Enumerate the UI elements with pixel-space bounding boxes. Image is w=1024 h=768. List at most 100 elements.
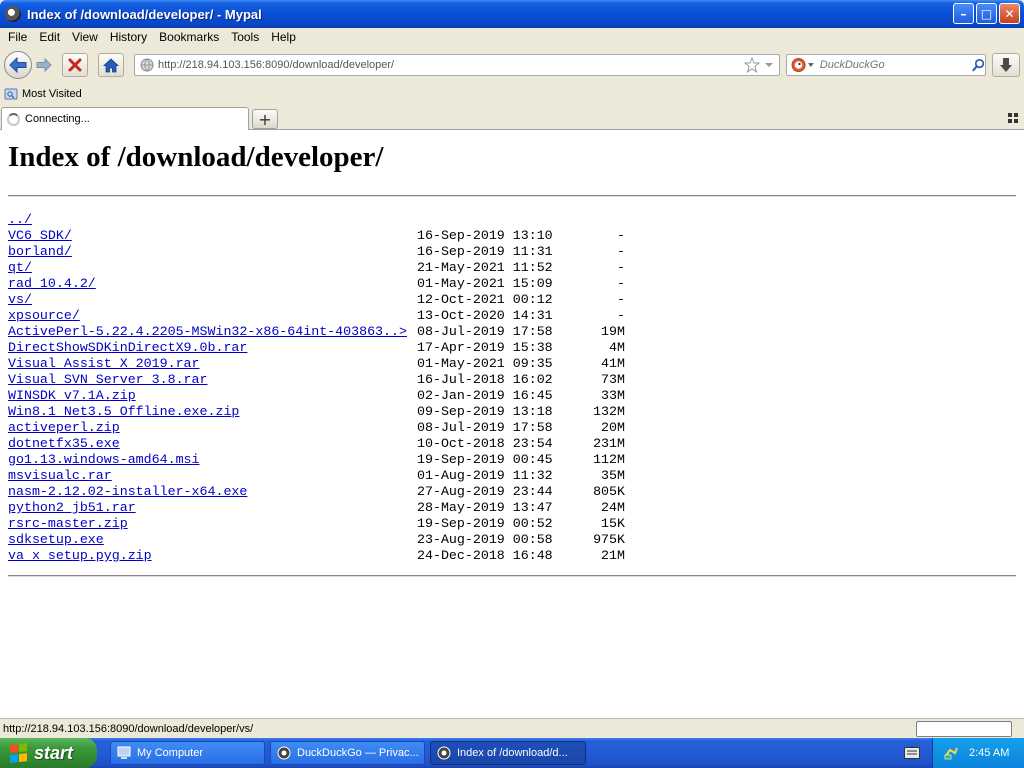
entry-link[interactable]: vs/ xyxy=(8,292,32,307)
clock[interactable]: 2:45 AM xyxy=(969,747,1009,759)
entry-name: Visual Assist X 2019.rar xyxy=(8,356,417,372)
duckduckgo-icon[interactable] xyxy=(791,57,806,73)
entry-date: 12-Oct-2021 00:12 xyxy=(417,292,553,307)
stop-button[interactable] xyxy=(62,53,88,77)
computer-icon xyxy=(117,746,131,759)
task-duckduckgo[interactable]: DuckDuckGo — Privac... xyxy=(270,741,425,765)
entry-link[interactable]: xpsource/ xyxy=(8,308,80,323)
entry-date: 27-Aug-2019 23:44 xyxy=(417,484,553,499)
table-row: python2 jb51.rar 28-May-2019 13:47 24M xyxy=(8,500,625,516)
network-icon[interactable] xyxy=(943,745,959,761)
entry-size: - xyxy=(617,244,625,259)
divider-top xyxy=(8,195,1016,197)
entry-link[interactable]: Visual SVN Server 3.8.rar xyxy=(8,372,208,387)
entry-link[interactable]: Visual Assist X 2019.rar xyxy=(8,356,200,371)
entry-link[interactable]: borland/ xyxy=(8,244,72,259)
entry-date: 23-Aug-2019 00:58 xyxy=(417,532,553,547)
maximize-button[interactable]: □ xyxy=(976,3,997,24)
entry-name: va x setup.pyg.zip xyxy=(8,548,417,564)
entry-name: python2 jb51.rar xyxy=(8,500,417,516)
entry-name: go1.13.windows-amd64.msi xyxy=(8,452,417,468)
entry-size: 112M xyxy=(593,452,625,467)
mypal-app-icon xyxy=(5,6,21,22)
table-row: activeperl.zip 08-Jul-2019 17:58 20M xyxy=(8,420,625,436)
entry-link[interactable]: sdksetup.exe xyxy=(8,532,104,547)
table-row: ActivePerl-5.22.4.2205-MSWin32-x86-64int… xyxy=(8,324,625,340)
entry-size: - xyxy=(617,276,625,291)
menu-help[interactable]: Help xyxy=(265,30,302,44)
task-my-computer[interactable]: My Computer xyxy=(110,741,265,765)
search-icon[interactable] xyxy=(972,58,985,72)
entry-name: dotnetfx35.exe xyxy=(8,436,417,452)
entry-size: 21M xyxy=(601,548,625,563)
entry-name: Win8.1 Net3.5 Offline.exe.zip xyxy=(8,404,417,420)
close-button[interactable]: ✕ xyxy=(999,3,1020,24)
minimize-button[interactable]: – xyxy=(953,3,974,24)
entry-name: qt/ xyxy=(8,260,417,276)
entry-size: - xyxy=(617,228,625,243)
task-label: My Computer xyxy=(137,747,204,759)
entry-link[interactable]: activeperl.zip xyxy=(8,420,120,435)
search-input[interactable] xyxy=(819,59,960,71)
bookmark-star-icon[interactable] xyxy=(744,57,760,73)
download-arrow-icon xyxy=(1000,58,1012,72)
entry-link[interactable]: DirectShowSDKinDirectX9.0b.rar xyxy=(8,340,247,355)
entry-link[interactable]: rsrc-master.zip xyxy=(8,516,128,531)
bookmark-most-visited[interactable]: Most Visited xyxy=(4,87,82,101)
menu-history[interactable]: History xyxy=(104,30,153,44)
search-bar[interactable] xyxy=(786,54,986,76)
entry-date: 19-Sep-2019 00:52 xyxy=(417,516,553,531)
entry-link[interactable]: VC6 SDK/ xyxy=(8,228,72,243)
entry-size: 33M xyxy=(601,388,625,403)
table-row: xpsource/13-Oct-2020 14:31 - xyxy=(8,308,625,324)
entry-link[interactable]: python2 jb51.rar xyxy=(8,500,136,515)
table-row: Win8.1 Net3.5 Offline.exe.zip 09-Sep-2019… xyxy=(8,404,625,420)
stop-x-icon xyxy=(68,58,82,72)
menu-edit[interactable]: Edit xyxy=(33,30,66,44)
entry-link[interactable]: qt/ xyxy=(8,260,32,275)
dropdown-arrow-icon[interactable] xyxy=(808,62,814,68)
entry-link[interactable]: nasm-2.12.02-installer-x64.exe xyxy=(8,484,247,499)
most-visited-label: Most Visited xyxy=(22,88,82,100)
home-button[interactable] xyxy=(98,53,124,77)
entry-date: 02-Jan-2019 16:45 xyxy=(417,388,553,403)
new-tab-button[interactable]: + xyxy=(252,109,278,129)
task-label: DuckDuckGo — Privac... xyxy=(297,747,419,759)
keyboard-icon[interactable] xyxy=(904,747,920,759)
menu-view[interactable]: View xyxy=(66,30,104,44)
entry-date xyxy=(417,212,577,228)
menu-tools[interactable]: Tools xyxy=(225,30,265,44)
arrow-left-icon xyxy=(9,57,27,73)
url-bar[interactable] xyxy=(134,54,780,76)
entry-link[interactable]: Win8.1 Net3.5 Offline.exe.zip xyxy=(8,404,239,419)
menu-bookmarks[interactable]: Bookmarks xyxy=(153,30,225,44)
entry-size: 975K xyxy=(593,532,625,547)
downloads-button[interactable] xyxy=(992,53,1020,77)
menu-file[interactable]: File xyxy=(0,30,33,44)
tab-connecting[interactable]: Connecting... xyxy=(1,107,249,130)
back-button[interactable] xyxy=(4,51,32,79)
entry-link[interactable]: go1.13.windows-amd64.msi xyxy=(8,452,200,467)
chevron-down-icon[interactable] xyxy=(764,61,774,69)
entry-date: 08-Jul-2019 17:58 xyxy=(417,324,553,339)
entry-link[interactable]: ../ xyxy=(8,212,32,227)
start-button[interactable]: start xyxy=(0,738,97,768)
title-bar[interactable]: Index of /download/developer/ - Mypal – … xyxy=(0,0,1024,28)
windows-flag-icon xyxy=(10,743,28,763)
tab-grid-icon[interactable] xyxy=(1008,113,1018,123)
task-index-of[interactable]: Index of /download/d... xyxy=(430,741,586,765)
entry-link[interactable]: dotnetfx35.exe xyxy=(8,436,120,451)
forward-button[interactable] xyxy=(34,56,54,74)
entry-link[interactable]: rad 10.4.2/ xyxy=(8,276,96,291)
entry-link[interactable]: ActivePerl-5.22.4.2205-MSWin32-x86-64int… xyxy=(8,324,407,339)
tab-strip: Connecting... + xyxy=(0,105,1024,130)
entry-name: vs/ xyxy=(8,292,417,308)
system-tray: 2:45 AM xyxy=(932,738,1024,768)
window-title: Index of /download/developer/ - Mypal xyxy=(27,6,262,22)
url-input[interactable] xyxy=(158,59,728,71)
entry-link[interactable]: va x setup.pyg.zip xyxy=(8,548,152,563)
table-row: va x setup.pyg.zip 24-Dec-2018 16:48 21M xyxy=(8,548,625,564)
entry-link[interactable]: msvisualc.rar xyxy=(8,468,112,483)
entry-name: rsrc-master.zip xyxy=(8,516,417,532)
entry-link[interactable]: WINSDK v7.1A.zip xyxy=(8,388,136,403)
